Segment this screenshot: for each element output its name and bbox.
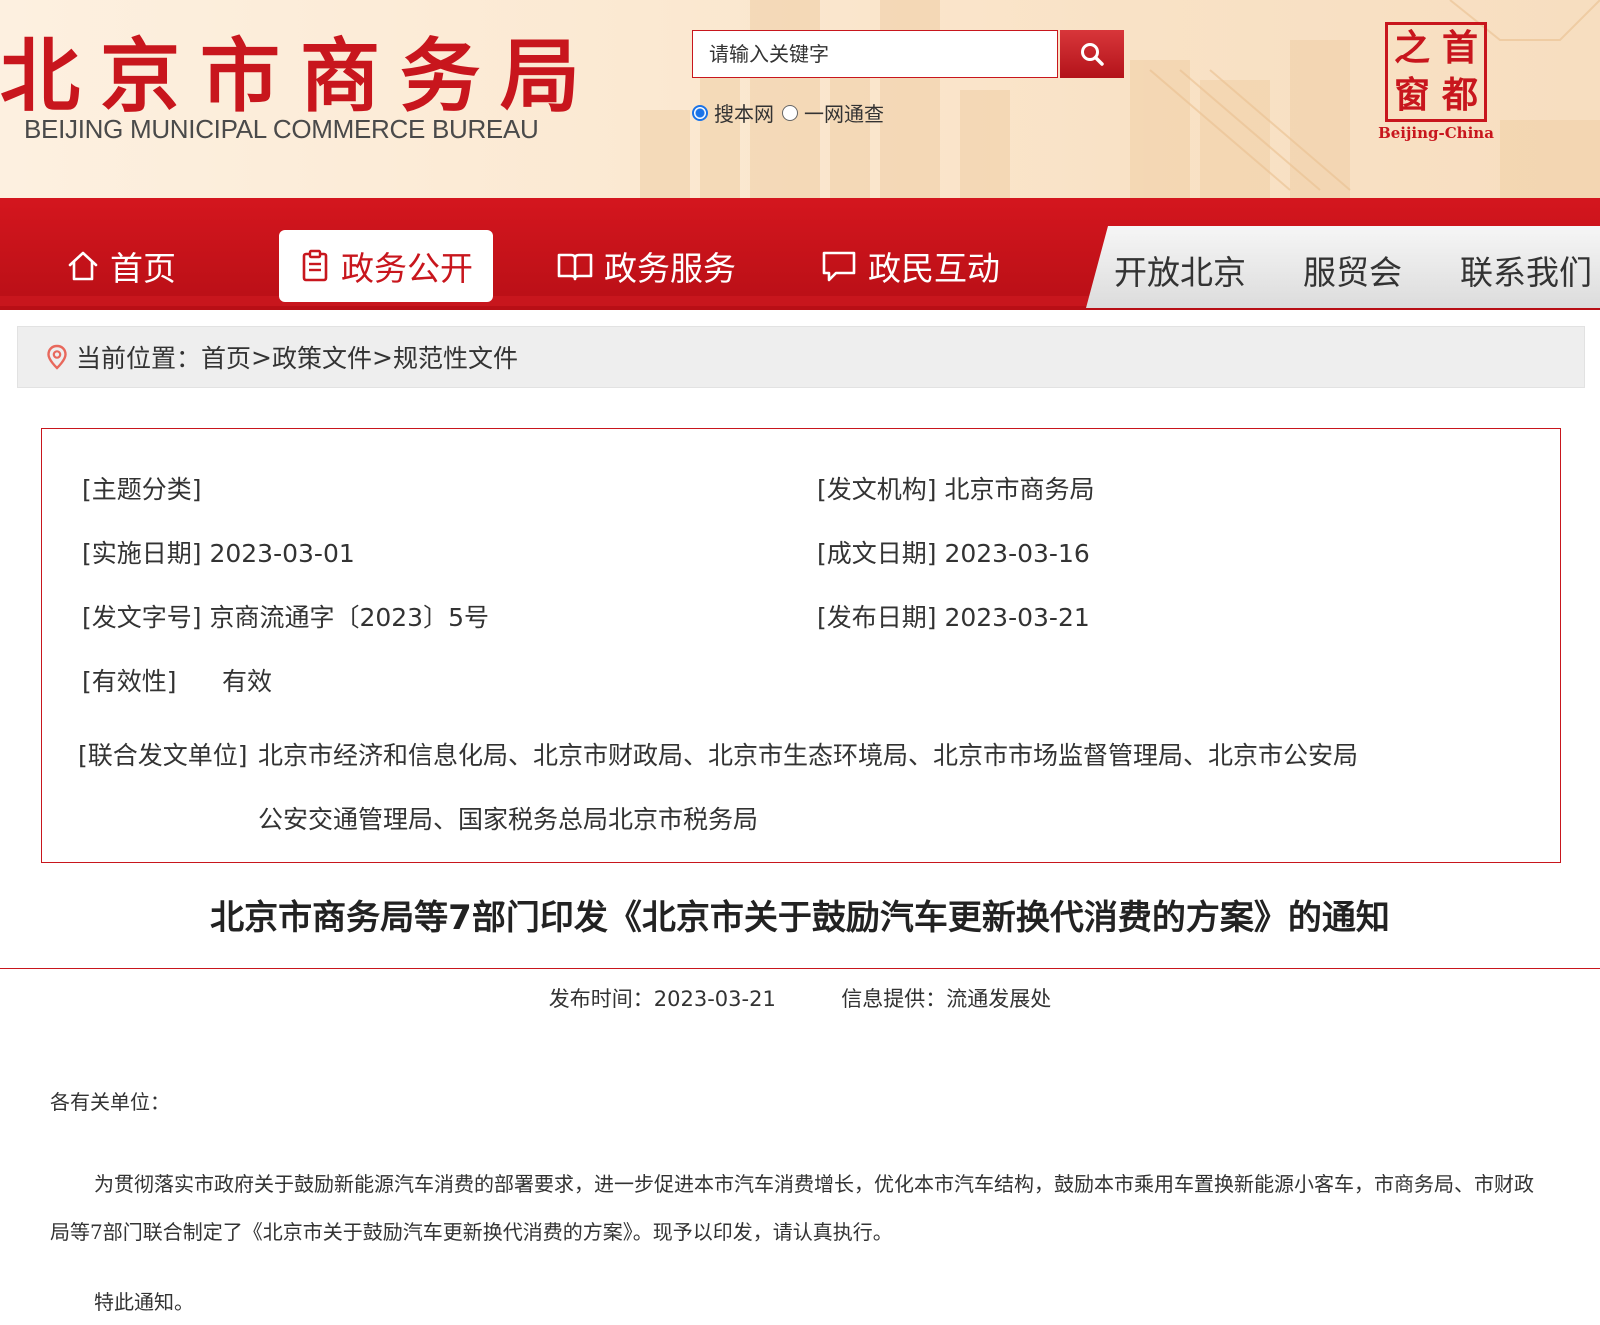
seal-char: 之 bbox=[1393, 27, 1430, 69]
nav-item-home[interactable]: 首页 bbox=[66, 230, 176, 302]
radio-search-all[interactable] bbox=[782, 104, 798, 121]
info-publish-date-label: [发布日期] bbox=[817, 603, 937, 632]
nav-item-contact-us[interactable]: 联系我们 bbox=[1460, 246, 1592, 294]
radio-search-site-label[interactable]: 搜本网 bbox=[714, 98, 774, 127]
search-input[interactable] bbox=[692, 30, 1058, 78]
seal-char: 都 bbox=[1441, 74, 1478, 116]
info-issuer: [发文机构] 北京市商务局 bbox=[817, 470, 1094, 506]
info-publish-date: [发布日期] 2023-03-21 bbox=[817, 598, 1090, 634]
info-written-date-label: [成文日期] bbox=[817, 539, 937, 568]
breadcrumb-normative-documents[interactable]: 规范性文件 bbox=[393, 339, 518, 375]
site-header: 北京市商务局 BEIJING MUNICIPAL COMMERCE BUREAU… bbox=[0, 0, 1600, 198]
location-pin-icon bbox=[47, 344, 67, 370]
chat-icon bbox=[822, 251, 856, 282]
info-effective-date: [实施日期] 2023-03-01 bbox=[82, 534, 355, 570]
article-meta: 发布时间：2023-03-21 信息提供：流通发展处 bbox=[0, 983, 1600, 1013]
nav-item-gov-services-label: 政务服务 bbox=[604, 249, 736, 288]
info-joint-issuers-value: 北京市经济和信息化局、北京市财政局、北京市生态环境局、北京市市场监督管理局、北京… bbox=[258, 741, 1359, 834]
nav-item-gov-affairs-open[interactable]: 政务公开 bbox=[279, 230, 493, 302]
info-topic: [主题分类] bbox=[82, 470, 202, 506]
nav-item-gov-affairs-open-label: 政务公开 bbox=[341, 249, 473, 288]
search-button[interactable] bbox=[1060, 30, 1124, 78]
info-written-date: [成文日期] 2023-03-16 bbox=[817, 534, 1090, 570]
nav-item-gov-services[interactable]: 政务服务 bbox=[556, 230, 736, 302]
info-doc-number-label: [发文字号] bbox=[82, 603, 202, 632]
info-doc-number-value: 京商流通字〔2023〕5号 bbox=[209, 603, 489, 632]
info-effective-date-label: [实施日期] bbox=[82, 539, 202, 568]
article-salutation: 各有关单位： bbox=[50, 1090, 170, 1114]
capital-window-seal[interactable]: 之 首 窗 都 bbox=[1385, 22, 1487, 122]
article-paragraph: 为贯彻落实市政府关于鼓励新能源汽车消费的部署要求，进一步促进本市汽车消费增长，优… bbox=[50, 1172, 1534, 1244]
seal-caption: Beijing-China bbox=[1378, 124, 1494, 142]
article-title-divider bbox=[0, 968, 1600, 969]
clipboard-icon bbox=[302, 249, 328, 282]
info-joint-issuers-label: [联合发文单位] bbox=[78, 741, 248, 770]
info-validity-label: [有效性] bbox=[82, 667, 177, 696]
nav-item-public-interaction-label: 政民互动 bbox=[868, 249, 1000, 288]
article-closing: 特此通知。 bbox=[94, 1290, 194, 1314]
breadcrumb-separator: > bbox=[372, 342, 393, 372]
info-doc-number: [发文字号] 京商流通字〔2023〕5号 bbox=[82, 598, 489, 634]
seal-char: 窗 bbox=[1393, 74, 1430, 116]
search-icon bbox=[1081, 43, 1104, 66]
breadcrumb-separator: > bbox=[251, 342, 272, 372]
radio-search-all-label[interactable]: 一网通查 bbox=[804, 98, 884, 127]
info-validity: [有效性] 有效 bbox=[82, 662, 272, 698]
book-icon bbox=[557, 253, 593, 281]
info-issuer-value: 北京市商务局 bbox=[944, 475, 1095, 504]
publish-time-value: 2023-03-21 bbox=[653, 987, 776, 1011]
seal-char: 首 bbox=[1441, 27, 1478, 69]
nav-item-ciftis[interactable]: 服贸会 bbox=[1303, 246, 1402, 294]
breadcrumb-home[interactable]: 首页 bbox=[201, 339, 251, 375]
radio-search-site[interactable] bbox=[692, 104, 708, 121]
breadcrumb-prefix: 当前位置： bbox=[76, 344, 202, 373]
info-topic-label: [主题分类] bbox=[82, 475, 202, 504]
article-title: 北京市商务局等7部门印发《北京市关于鼓励汽车更新换代消费的方案》的通知 bbox=[210, 898, 1390, 938]
breadcrumb: 当前位置： 首页 > 政策文件 > 规范性文件 bbox=[17, 326, 1585, 388]
info-validity-value: 有效 bbox=[221, 667, 272, 696]
nav-item-public-interaction[interactable]: 政民互动 bbox=[820, 230, 1000, 302]
breadcrumb-policy-documents[interactable]: 政策文件 bbox=[272, 339, 372, 375]
home-icon bbox=[68, 251, 98, 281]
info-publish-date-value: 2023-03-21 bbox=[944, 603, 1090, 632]
publish-time-label: 发布时间： bbox=[548, 987, 654, 1011]
nav-item-open-beijing[interactable]: 开放北京 bbox=[1114, 246, 1246, 294]
nav-item-home-label: 首页 bbox=[110, 249, 176, 288]
info-effective-date-value: 2023-03-01 bbox=[209, 539, 355, 568]
provider-label: 信息提供： bbox=[841, 987, 947, 1011]
site-logo-chinese[interactable]: 北京市商务局 bbox=[0, 12, 600, 128]
provider-value: 流通发展处 bbox=[946, 987, 1052, 1011]
site-logo-english: BEIJING MUNICIPAL COMMERCE BUREAU bbox=[24, 114, 539, 144]
info-issuer-label: [发文机构] bbox=[817, 475, 937, 504]
info-written-date-value: 2023-03-16 bbox=[944, 539, 1090, 568]
search-scope-options: 搜本网 一网通查 bbox=[692, 98, 884, 127]
